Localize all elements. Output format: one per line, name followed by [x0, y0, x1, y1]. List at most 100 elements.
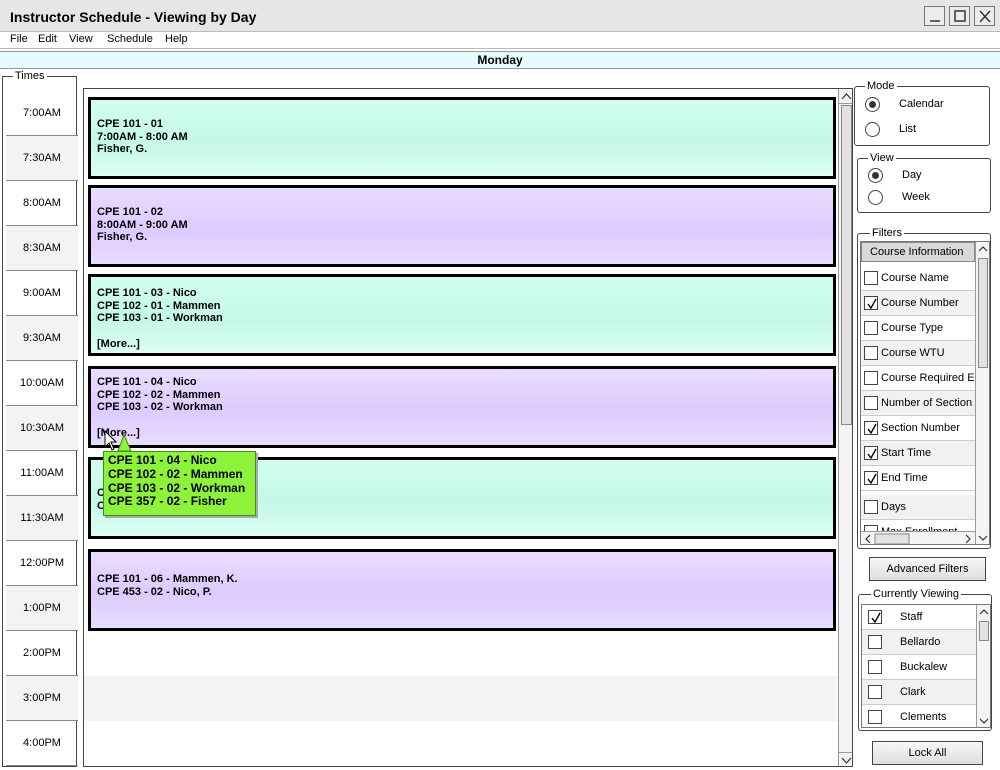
event-line: CPE 102 - 01 - Mammen [97, 299, 221, 312]
maximize-button[interactable] [949, 6, 970, 26]
filter-item[interactable]: Course Name [861, 266, 975, 291]
checkbox[interactable] [868, 685, 882, 699]
scroll-thumb[interactable] [841, 105, 852, 425]
schedule-scrollbar[interactable] [838, 89, 852, 766]
schedule-panel: CPE 101 - 01 7:00AM - 8:00 AM Fisher, G.… [83, 88, 853, 767]
checkbox[interactable] [868, 610, 882, 624]
filter-item[interactable]: Course Required E [861, 366, 975, 391]
check-icon [867, 473, 877, 485]
filter-label: Number of Section [881, 397, 973, 409]
time-slot: 9:30AM [6, 316, 78, 361]
filters-group: Filters Course Information Course Name C… [857, 227, 991, 549]
menu-bar: File Edit View Schedule Help [0, 32, 1000, 49]
filter-label: Course WTU [881, 347, 945, 359]
times-legend: Times [13, 70, 47, 82]
filter-label: Course Number [881, 297, 959, 309]
tooltip-line: CPE 103 - 02 - Workman [108, 480, 246, 495]
menu-schedule[interactable]: Schedule [107, 33, 153, 45]
viewing-item[interactable]: Clark [862, 680, 976, 705]
filter-label: Section Number [881, 422, 960, 434]
filters-hscrollbar[interactable] [861, 531, 975, 544]
checkbox[interactable] [868, 660, 882, 674]
checkbox[interactable] [868, 635, 882, 649]
currently-viewing-legend: Currently Viewing [871, 588, 962, 600]
empty-row-stripe [84, 676, 837, 721]
event-line: CPE 103 - 01 - Workman [97, 312, 223, 324]
schedule-event[interactable]: CPE 101 - 03 - Nico CPE 102 - 01 - Mamme… [88, 274, 836, 356]
checkbox[interactable] [864, 296, 878, 310]
event-line: CPE 101 - 02 [97, 206, 164, 218]
checkbox[interactable] [868, 710, 882, 724]
checkbox[interactable] [864, 371, 878, 385]
menu-edit[interactable]: Edit [38, 33, 57, 45]
check-icon [871, 612, 881, 624]
radio-button[interactable] [868, 168, 883, 183]
chevron-up-icon[interactable] [976, 242, 990, 256]
event-line: CPE 101 - 01 [97, 118, 164, 130]
event-line: CPE 102 - 02 - Mammen [97, 388, 221, 401]
checkbox[interactable] [864, 346, 878, 360]
checkbox[interactable] [864, 321, 878, 335]
filter-item[interactable]: Course WTU [861, 341, 975, 366]
filter-item[interactable]: Section Number [861, 416, 975, 441]
lock-all-button[interactable]: Lock All [872, 741, 983, 765]
filter-item[interactable]: Days [861, 495, 975, 520]
checkbox[interactable] [864, 471, 878, 485]
filter-item[interactable]: Number of Section [861, 391, 975, 416]
time-slot: 12:00PM [6, 541, 78, 586]
viewing-item[interactable]: Bellardo [862, 630, 976, 655]
viewing-vscrollbar[interactable] [976, 605, 991, 728]
minimize-button[interactable] [924, 6, 945, 26]
scroll-thumb[interactable] [978, 258, 988, 368]
filter-item[interactable]: Course Type [861, 316, 975, 341]
filters-vscrollbar[interactable] [975, 242, 990, 545]
checkbox[interactable] [864, 446, 878, 460]
schedule-event[interactable]: CPE 101 - 06 - Mammen, K. CPE 453 - 02 -… [88, 549, 836, 631]
scroll-up-button[interactable] [839, 89, 852, 104]
radio-button[interactable] [865, 122, 880, 137]
menu-file[interactable]: File [10, 33, 28, 45]
tooltip-line: CPE 102 - 02 - Mammen [108, 466, 243, 481]
filter-label: Course Required E [881, 372, 975, 384]
viewing-item[interactable]: Buckalew [862, 655, 976, 680]
filter-item[interactable]: Start Time [861, 441, 975, 466]
scroll-thumb[interactable] [979, 621, 989, 641]
checkbox[interactable] [864, 396, 878, 410]
advanced-filters-button[interactable]: Advanced Filters [869, 557, 986, 581]
chevron-down-icon[interactable] [977, 714, 991, 728]
schedule-event[interactable]: CPE 101 - 01 7:00AM - 8:00 AM Fisher, G. [88, 97, 836, 179]
menu-help[interactable]: Help [165, 33, 188, 45]
close-button[interactable] [974, 6, 995, 26]
chevron-up-icon[interactable] [977, 605, 991, 619]
menu-view[interactable]: View [69, 33, 93, 45]
radio-button[interactable] [868, 190, 883, 205]
scroll-down-button[interactable] [839, 752, 852, 766]
schedule-event[interactable]: CPE 101 - 04 - Nico CPE 102 - 02 - Mamme… [88, 366, 836, 448]
checkbox[interactable] [864, 500, 878, 514]
time-slot: 11:00AM [6, 451, 78, 496]
maximize-icon [954, 10, 966, 22]
filter-label: Start Time [881, 447, 932, 459]
time-slot: 3:00PM [6, 676, 78, 721]
tooltip-line: CPE 357 - 02 - Fisher [108, 494, 227, 509]
event-line: 8:00AM - 9:00 AM [97, 218, 188, 231]
checkbox[interactable] [864, 421, 878, 435]
mode-group: Mode Calendar List [854, 80, 990, 146]
event-line: 7:00AM - 8:00 AM [97, 130, 188, 143]
time-slot: 7:30AM [6, 136, 78, 181]
radio-button[interactable] [865, 97, 880, 112]
event-line: Fisher, G. [97, 143, 148, 155]
mouse-cursor-icon [104, 430, 132, 452]
chevron-down-icon[interactable] [976, 531, 990, 545]
filter-item[interactable]: Course Number [861, 291, 975, 316]
filter-item[interactable]: End Time [861, 466, 975, 491]
schedule-event[interactable]: CPE 101 - 02 8:00AM - 9:00 AM Fisher, G. [88, 185, 836, 267]
event-line: CPE 103 - 02 - Workman [97, 401, 223, 413]
checkbox[interactable] [864, 271, 878, 285]
more-link[interactable]: [More...] [97, 338, 833, 350]
radio-label: Calendar [899, 98, 944, 110]
view-legend: View [868, 152, 896, 164]
more-link[interactable]: [More...] [97, 427, 833, 439]
viewing-item[interactable]: Staff [862, 605, 976, 630]
viewing-item[interactable]: Clements [862, 705, 976, 727]
